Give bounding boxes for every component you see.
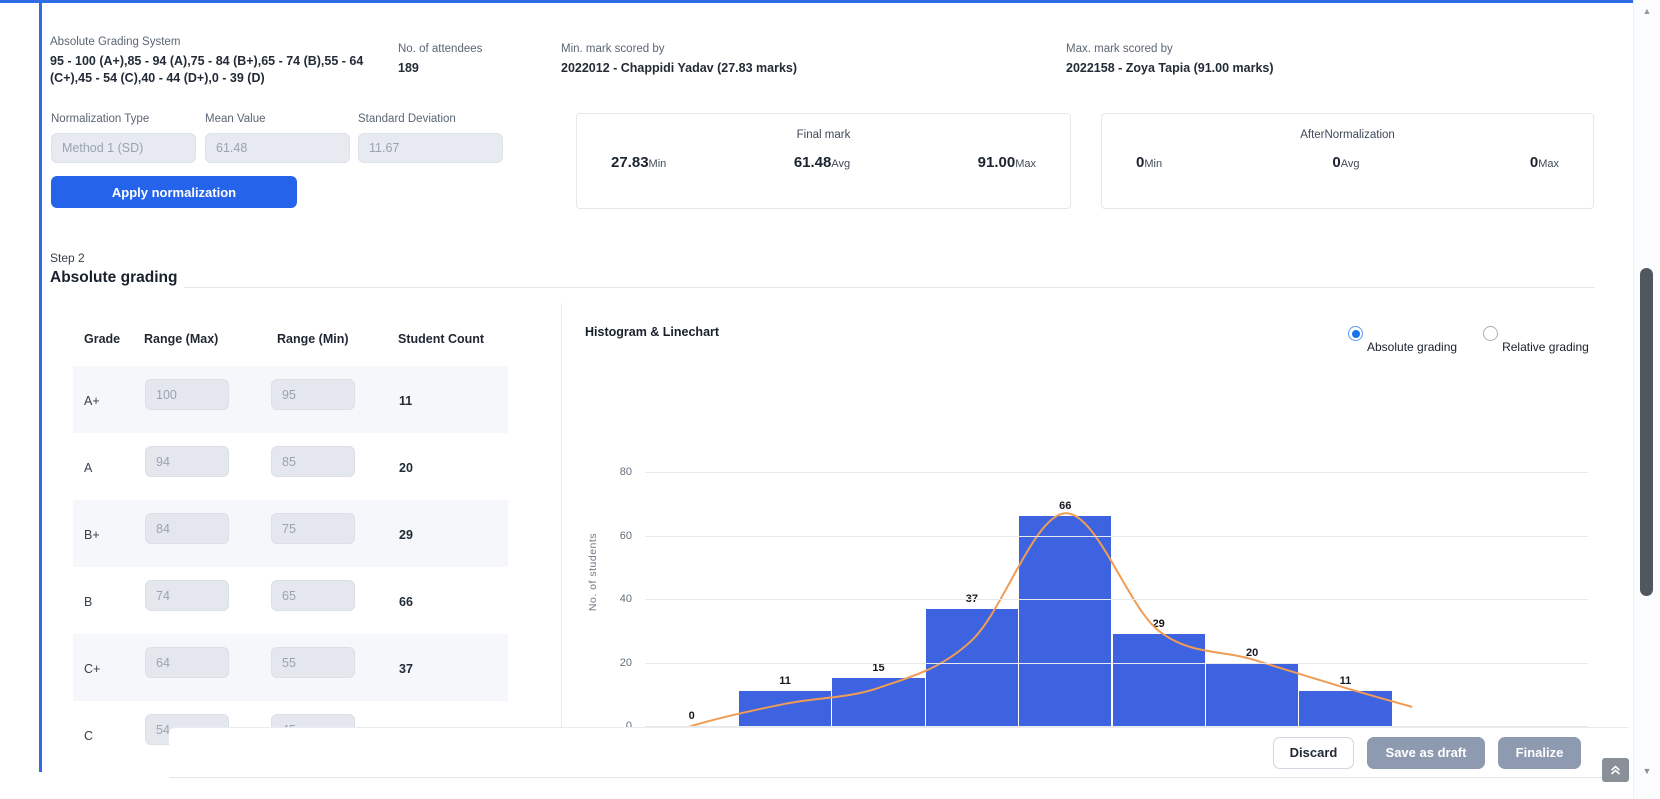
action-footer: Discard Save as draft Finalize xyxy=(169,727,1629,778)
range-max-input[interactable] xyxy=(145,379,229,410)
final-mark-avg: 61.48Avg xyxy=(794,154,850,172)
min-mark-value: 2022012 - Chappidi Yadav (27.83 marks) xyxy=(561,60,797,77)
student-count: 29 xyxy=(399,528,413,542)
max-mark-value: 2022158 - Zoya Tapia (91.00 marks) xyxy=(1066,60,1274,77)
radio-selected-icon[interactable] xyxy=(1348,326,1363,341)
final-mark-title: Final mark xyxy=(577,129,1070,141)
radio-relative-grading[interactable]: Relative grading xyxy=(1483,326,1589,354)
range-min-input[interactable] xyxy=(271,647,355,678)
y-tick-label: 60 xyxy=(588,530,632,542)
section-title-absolute-grading: Absolute grading xyxy=(50,269,177,287)
normalization-type-field: Normalization Type xyxy=(51,112,196,163)
y-tick-label: 20 xyxy=(588,657,632,669)
student-count: 37 xyxy=(399,662,413,676)
max-mark-label: Max. mark scored by xyxy=(1066,42,1274,57)
col-header-student-count: Student Count xyxy=(398,332,484,346)
mean-value-field: Mean Value xyxy=(205,112,350,163)
discard-button[interactable]: Discard xyxy=(1273,737,1354,769)
mean-value-input[interactable] xyxy=(205,133,350,163)
final-mark-card: Final mark 27.83Min 61.48Avg 91.00Max xyxy=(576,113,1071,209)
after-normalization-max: 0Max xyxy=(1530,154,1559,172)
table-row: B 66 xyxy=(50,567,508,634)
after-normalization-title: AfterNormalization xyxy=(1102,129,1593,141)
final-mark-min: 27.83Min xyxy=(611,154,666,172)
normalization-type-label: Normalization Type xyxy=(51,112,196,127)
finalize-button[interactable]: Finalize xyxy=(1498,737,1581,769)
after-normalization-card: AfterNormalization 0Min 0Avg 0Max xyxy=(1101,113,1594,209)
normalization-type-input[interactable] xyxy=(51,133,196,163)
range-min-input[interactable] xyxy=(271,513,355,544)
col-header-range-max: Range (Max) xyxy=(144,332,218,346)
y-tick-label: 40 xyxy=(588,593,632,605)
attendees-label: No. of attendees xyxy=(398,42,482,57)
gridline xyxy=(645,472,1588,473)
table-row: A 20 xyxy=(50,433,508,500)
gridline xyxy=(645,599,1588,600)
top-accent-border xyxy=(0,0,1634,3)
section-divider xyxy=(184,287,1595,288)
radio-unselected-icon[interactable] xyxy=(1483,326,1498,341)
apply-normalization-button[interactable]: Apply normalization xyxy=(51,176,297,208)
grading-mode-radio-group: Absolute grading Relative grading xyxy=(1348,326,1589,354)
range-max-input[interactable] xyxy=(145,647,229,678)
table-row: A+ 11 xyxy=(73,366,508,433)
max-mark-block: Max. mark scored by 2022158 - Zoya Tapia… xyxy=(1066,42,1274,77)
gridline xyxy=(645,663,1588,664)
histogram-linechart: No. of students 011153766292011 02040608… xyxy=(580,420,1595,732)
standard-deviation-field: Standard Deviation xyxy=(358,112,503,163)
attendees-value: 189 xyxy=(398,60,482,77)
grading-system-block: Absolute Grading System 95 - 100 (A+),85… xyxy=(50,35,382,87)
range-min-input[interactable] xyxy=(271,446,355,477)
min-mark-label: Min. mark scored by xyxy=(561,42,797,57)
scrollbar-thumb[interactable] xyxy=(1640,268,1653,596)
y-tick-label: 80 xyxy=(588,466,632,478)
grading-system-value: 95 - 100 (A+),85 - 94 (A),75 - 84 (B+),6… xyxy=(50,53,382,87)
gridline xyxy=(645,536,1588,537)
col-header-range-min: Range (Min) xyxy=(277,332,349,346)
radio-absolute-grading[interactable]: Absolute grading xyxy=(1348,326,1457,354)
range-max-input[interactable] xyxy=(145,446,229,477)
scrollbar-down-arrow-icon[interactable]: ▼ xyxy=(1634,766,1660,776)
after-normalization-min: 0Min xyxy=(1136,154,1162,172)
table-row: B+ 29 xyxy=(73,500,508,567)
after-normalization-avg: 0Avg xyxy=(1332,154,1359,172)
left-accent-border xyxy=(39,3,42,772)
grading-page: { "colors": { "accent_blue": "#2563eb", … xyxy=(0,0,1660,799)
mean-value-label: Mean Value xyxy=(205,112,350,127)
final-mark-max: 91.00Max xyxy=(978,154,1036,172)
table-row: C+ 37 xyxy=(73,634,508,701)
min-mark-block: Min. mark scored by 2022012 - Chappidi Y… xyxy=(561,42,797,77)
scrollbar-up-arrow-icon[interactable]: ▲ xyxy=(1634,6,1660,16)
y-axis-label: No. of students xyxy=(587,497,599,647)
student-count: 11 xyxy=(399,394,412,408)
student-count: 66 xyxy=(399,595,413,609)
column-divider xyxy=(561,303,562,727)
col-header-grade: Grade xyxy=(84,332,120,346)
density-line xyxy=(645,420,1588,732)
double-chevron-up-icon xyxy=(1609,764,1622,776)
step-label: Step 2 xyxy=(50,251,85,265)
chart-title: Histogram & Linechart xyxy=(585,325,719,339)
range-max-input[interactable] xyxy=(145,580,229,611)
range-max-input[interactable] xyxy=(145,513,229,544)
student-count: 20 xyxy=(399,461,413,475)
range-min-input[interactable] xyxy=(271,580,355,611)
standard-deviation-input[interactable] xyxy=(358,133,503,163)
standard-deviation-label: Standard Deviation xyxy=(358,112,503,127)
range-min-input[interactable] xyxy=(271,379,355,410)
attendees-block: No. of attendees 189 xyxy=(398,42,482,77)
plot-area: 011153766292011 xyxy=(645,420,1588,732)
scroll-to-top-button[interactable] xyxy=(1602,758,1629,782)
vertical-scrollbar[interactable]: ▲ ▼ xyxy=(1633,0,1660,799)
save-as-draft-button[interactable]: Save as draft xyxy=(1367,737,1485,769)
grading-system-label: Absolute Grading System xyxy=(50,35,382,50)
